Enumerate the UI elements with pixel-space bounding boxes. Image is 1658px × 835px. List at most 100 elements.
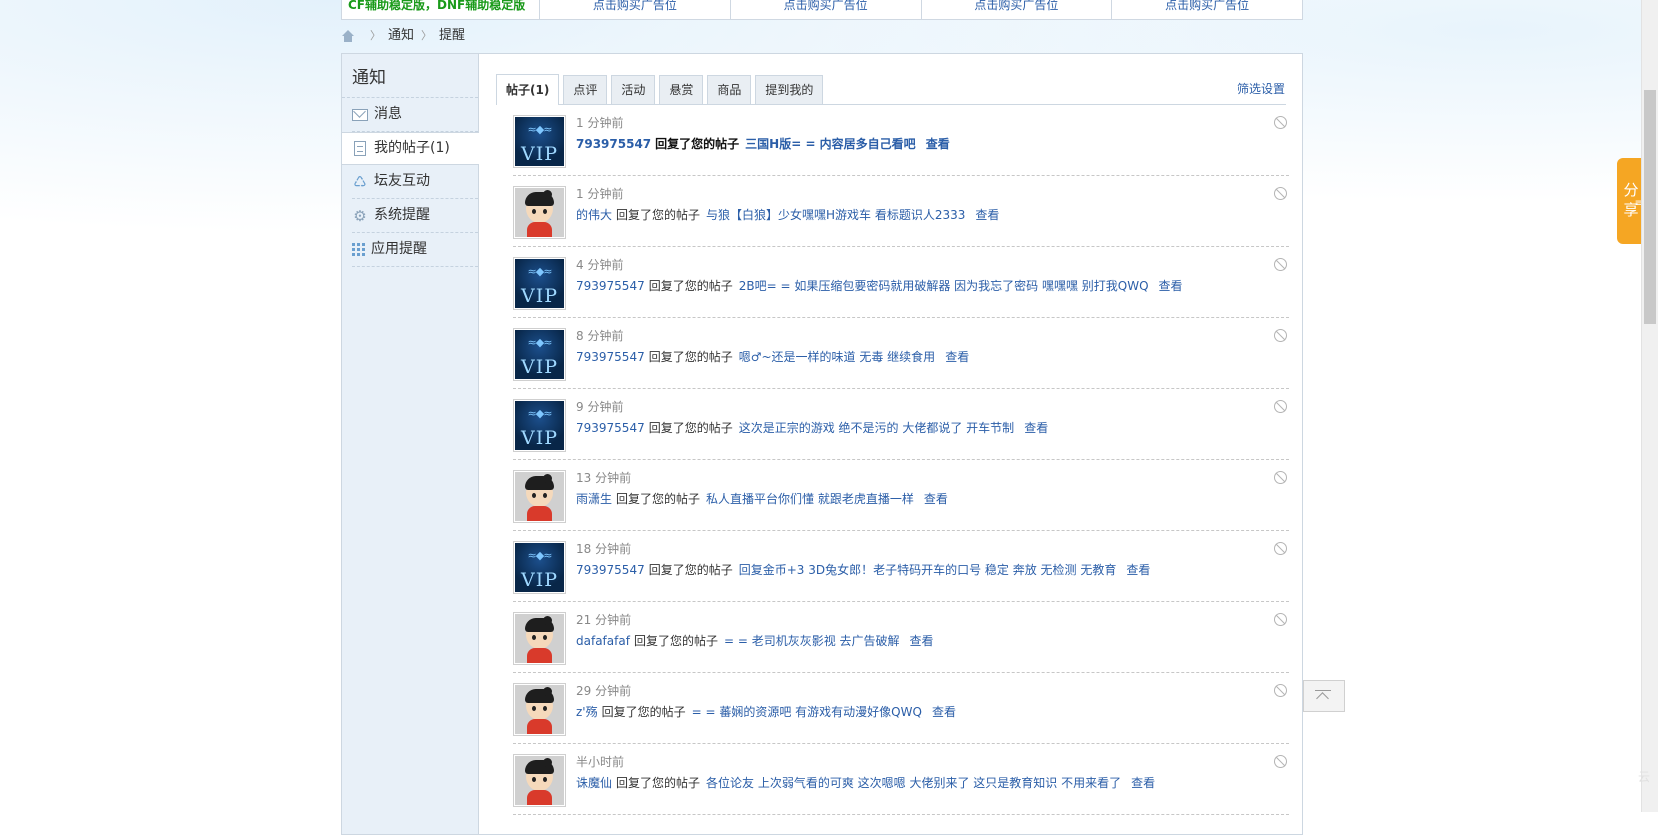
ignore-icon[interactable] <box>1274 116 1287 129</box>
ad-slot-text[interactable]: CF辅助稳定版，DNF辅助稳定版 <box>342 0 539 19</box>
view-link[interactable]: 查看 <box>932 705 956 719</box>
vip-logo-text: VIP <box>520 569 558 591</box>
thread-link[interactable]: 回复金币+3 3D兔女郎！老子特码开车的口号 稳定 奔放 无检测 无教育 <box>739 563 1117 577</box>
notification-item: ≈◆≈ VIP 9 分钟前 793975547 回复了您的帖子 这次是正宗的游戏 绝不是污… <box>513 389 1289 460</box>
vip-badge-icon: ≈◆≈ VIP <box>515 543 564 592</box>
ignore-icon[interactable] <box>1274 187 1287 200</box>
view-link[interactable]: 查看 <box>975 208 999 222</box>
notification-time: 13 分钟前 <box>576 471 632 485</box>
sidebar-item-label: 坛友互动 <box>374 173 430 189</box>
thread-link[interactable]: 三国H版= = 内容居多自己看吧 <box>745 137 916 151</box>
thread-link[interactable]: 这次是正宗的游戏 绝不是污的 大佬都说了 开车节制 <box>739 421 1014 435</box>
breadcrumb-item-reminder: 提醒 <box>439 28 466 43</box>
notification-time: 21 分钟前 <box>576 613 632 627</box>
default-avatar[interactable] <box>513 470 566 523</box>
thread-link[interactable]: 各位论友 上次弱气看的可爽 这次嗯嗯 大佬别来了 这只是教育知识 不用来看了 <box>706 776 1121 790</box>
notification-time: 9 分钟前 <box>576 400 624 414</box>
ignore-icon[interactable] <box>1274 471 1287 484</box>
thread-link[interactable]: 嗯♂~还是一样的味道 无毒 继续食用 <box>739 350 935 364</box>
gear-icon: ⚙ <box>353 206 367 225</box>
vip-logo-text: VIP <box>520 285 558 307</box>
notification-text: 793975547 回复了您的帖子 嗯♂~还是一样的味道 无毒 继续食用 查看 <box>576 349 1289 365</box>
vip-badge-icon: ≈◆≈ VIP <box>515 401 564 450</box>
view-link[interactable]: 查看 <box>1131 776 1155 790</box>
vip-avatar[interactable]: ≈◆≈ VIP <box>513 541 566 594</box>
sidebar-item-apps[interactable]: 应用提醒 <box>352 233 478 267</box>
notification-time: 1 分钟前 <box>576 187 624 201</box>
username-link[interactable]: 793975547 <box>576 279 645 293</box>
notification-body: 21 分钟前 dafafafaf 回复了您的帖子 = = 老司机灰灰影视 去广告破解查… <box>576 602 1289 672</box>
ignore-icon[interactable] <box>1274 755 1287 768</box>
username-link[interactable]: 793975547 <box>576 137 651 151</box>
ignore-icon[interactable] <box>1274 329 1287 342</box>
scrollbar[interactable] <box>1641 0 1658 812</box>
sidebar-item-system[interactable]: ⚙ 系统提醒 <box>352 199 478 233</box>
view-link[interactable]: 查看 <box>924 492 948 506</box>
home-icon[interactable] <box>341 30 355 42</box>
thread-link[interactable]: 与狼【白狼】少女嘿嘿H游戏车 看标题识人2333 <box>706 208 965 222</box>
ignore-icon[interactable] <box>1274 684 1287 697</box>
vip-avatar[interactable]: ≈◆≈ VIP <box>513 115 566 168</box>
username-link[interactable]: 雨潇生 <box>576 492 612 506</box>
edge-text: 云 <box>1638 770 1651 784</box>
username-link[interactable]: 793975547 <box>576 563 645 577</box>
default-avatar[interactable] <box>513 683 566 736</box>
username-link[interactable]: 793975547 <box>576 421 645 435</box>
view-link[interactable]: 查看 <box>1126 563 1150 577</box>
vip-avatar[interactable]: ≈◆≈ VIP <box>513 257 566 310</box>
view-link[interactable]: 查看 <box>945 350 969 364</box>
vip-logo-text: VIP <box>520 427 558 449</box>
sidebar-item-my-posts[interactable]: 我的帖子(1) <box>342 132 479 165</box>
sidebar-item-messages[interactable]: 消息 <box>352 98 478 132</box>
view-link[interactable]: 查看 <box>926 137 950 151</box>
thread-link[interactable]: 2B吧= = 如果压缩包要密码就用破解器 因为我忘了密码 嘿嘿嘿 别打我QWQ <box>739 279 1149 293</box>
action-text: 回复了您的帖子 <box>616 776 701 790</box>
notification-item: 半小时前 诛魔仙 回复了您的帖子 各位论友 上次弱气看的可爽 这次嗯嗯 大佬别来了 这… <box>513 744 1289 815</box>
back-to-top-icon[interactable] <box>1303 680 1345 712</box>
username-link[interactable]: 793975547 <box>576 350 645 364</box>
username-link[interactable]: 的伟大 <box>576 208 612 222</box>
view-link[interactable]: 查看 <box>1159 279 1183 293</box>
vip-avatar[interactable]: ≈◆≈ VIP <box>513 399 566 452</box>
view-link[interactable]: 查看 <box>910 634 934 648</box>
notification-panel: 通知 消息 我的帖子(1) ♺ 坛友互动 ⚙ 系统提醒 应用提醒 帖子(1) 点… <box>341 53 1303 835</box>
username-link[interactable]: 诛魔仙 <box>576 776 612 790</box>
ad-slot-3[interactable]: 点击购买广告位 <box>920 0 1112 19</box>
ignore-icon[interactable] <box>1274 542 1287 555</box>
action-text: 回复了您的帖子 <box>601 705 686 719</box>
notification-text: 的伟大 回复了您的帖子 与狼【白狼】少女嘿嘿H游戏车 看标题识人2333 查看 <box>576 207 1289 223</box>
view-link[interactable]: 查看 <box>1024 421 1048 435</box>
tab-mentions[interactable]: 提到我的 <box>755 75 824 104</box>
filter-settings-link[interactable]: 筛选设置 <box>1237 80 1285 97</box>
ignore-icon[interactable] <box>1274 258 1287 271</box>
username-link[interactable]: z'殇 <box>576 705 598 719</box>
ad-slot-2[interactable]: 点击购买广告位 <box>729 0 921 19</box>
thread-link[interactable]: = = 老司机灰灰影视 去广告破解 <box>724 634 900 648</box>
notification-time: 8 分钟前 <box>576 329 624 343</box>
tab-activities[interactable]: 活动 <box>611 75 656 104</box>
scrollbar-thumb[interactable] <box>1644 90 1656 324</box>
action-text: 回复了您的帖子 <box>616 492 701 506</box>
tab-rewards[interactable]: 悬赏 <box>659 75 704 104</box>
notification-body: 4 分钟前 793975547 回复了您的帖子 2B吧= = 如果压缩包要密码就用破解… <box>576 247 1289 317</box>
ignore-icon[interactable] <box>1274 400 1287 413</box>
tab-comments[interactable]: 点评 <box>563 75 608 104</box>
action-text: 回复了您的帖子 <box>648 421 733 435</box>
notification-body: 半小时前 诛魔仙 回复了您的帖子 各位论友 上次弱气看的可爽 这次嗯嗯 大佬别来了 这… <box>576 744 1289 814</box>
tab-posts[interactable]: 帖子(1) <box>496 74 560 105</box>
breadcrumb-item-notice[interactable]: 通知 <box>388 26 414 46</box>
thread-link[interactable]: = = 蕃娴的资源吧 有游戏有动漫好像QWQ <box>692 705 922 719</box>
ignore-icon[interactable] <box>1274 613 1287 626</box>
default-avatar[interactable] <box>513 754 566 807</box>
thread-link[interactable]: 私人直播平台你们懂 就跟老虎直播一样 <box>706 492 914 506</box>
default-avatar[interactable] <box>513 186 566 239</box>
notification-text: z'殇 回复了您的帖子 = = 蕃娴的资源吧 有游戏有动漫好像QWQ 查看 <box>576 704 1289 720</box>
ad-slot-1[interactable]: 点击购买广告位 <box>539 0 730 19</box>
default-avatar[interactable] <box>513 612 566 665</box>
ad-slot-4[interactable]: 点击购买广告位 <box>1111 0 1302 19</box>
sidebar-item-interactions[interactable]: ♺ 坛友互动 <box>352 165 478 199</box>
tab-goods[interactable]: 商品 <box>707 75 752 104</box>
sidebar-title: 通知 <box>342 54 478 98</box>
vip-avatar[interactable]: ≈◆≈ VIP <box>513 328 566 381</box>
username-link[interactable]: dafafafaf <box>576 634 630 648</box>
